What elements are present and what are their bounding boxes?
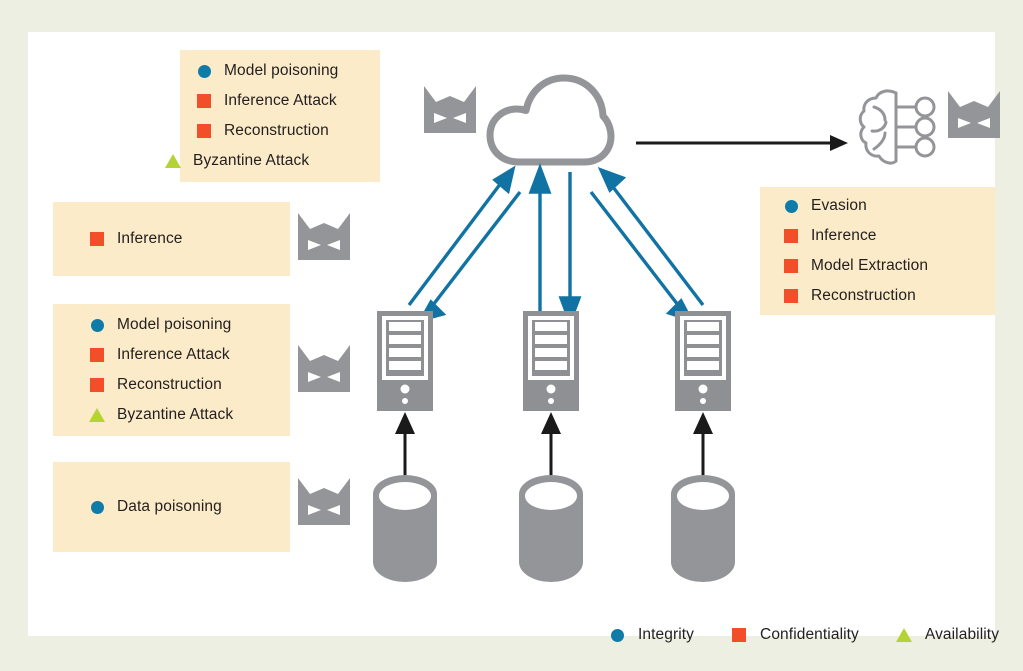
attack-label: Model Extraction: [811, 257, 929, 274]
mask-glyph: [948, 91, 1000, 138]
legend-item-confidentiality: Confidentiality: [728, 626, 859, 644]
triangle-icon: [86, 408, 108, 422]
mask-glyph: [298, 213, 350, 260]
attack-item: Inference Attack: [193, 86, 393, 116]
attack-item: Reconstruction: [780, 281, 1015, 311]
square-icon: [728, 628, 750, 642]
database-glyph: [373, 475, 437, 582]
legend-item-availability: Availability: [893, 626, 999, 644]
attack-item: Data poisoning: [86, 492, 323, 522]
legend-label: Integrity: [638, 626, 695, 643]
attacker-mask-icon-communication: [296, 212, 352, 264]
attack-item: Byzantine Attack: [162, 146, 393, 176]
attack-label: Reconstruction: [117, 376, 222, 393]
database-icon-1: [372, 474, 438, 582]
attack-label: Byzantine Attack: [193, 152, 310, 169]
square-icon: [86, 348, 108, 362]
server-glyph: [675, 311, 731, 411]
attack-label: Inference Attack: [117, 346, 230, 363]
blue-arrows-glyph: [407, 163, 705, 327]
attack-item: Model poisoning: [193, 56, 393, 86]
client-server-icon-3: [674, 310, 732, 412]
square-icon: [86, 378, 108, 392]
brain-glyph: [858, 89, 936, 165]
circle-icon: [606, 628, 628, 642]
database-glyph: [519, 475, 583, 582]
model-deployment-arrow: [636, 132, 848, 154]
circle-icon: [86, 500, 108, 514]
attack-item: Evasion: [780, 191, 1015, 221]
mask-glyph: [298, 345, 350, 392]
cloud-glyph: [486, 74, 615, 166]
data-attack-banner: Data poisoning: [53, 462, 290, 552]
attack-label: Evasion: [811, 197, 867, 214]
attack-label: Data poisoning: [117, 498, 222, 515]
attack-item: Model poisoning: [86, 310, 323, 340]
circle-icon: [780, 199, 802, 213]
attack-item: Model Extraction: [780, 251, 1015, 281]
attack-label: Reconstruction: [224, 122, 329, 139]
square-icon: [780, 229, 802, 243]
circle-icon: [86, 318, 108, 332]
server-glyph: [523, 311, 579, 411]
triangle-icon: [893, 628, 915, 642]
mask-glyph: [424, 86, 476, 133]
attack-label: Reconstruction: [811, 287, 916, 304]
client-server-icon-2: [522, 310, 580, 412]
attack-label: Inference Attack: [224, 92, 337, 109]
neural-network-model-icon: [858, 87, 938, 173]
legend-label: Confidentiality: [760, 626, 859, 643]
attack-label: Byzantine Attack: [117, 406, 234, 423]
attack-item: Byzantine Attack: [86, 400, 323, 430]
attack-item: Reconstruction: [86, 370, 323, 400]
attack-label: Model poisoning: [224, 62, 339, 79]
attacker-mask-icon-client: [296, 344, 352, 396]
server-glyph: [377, 311, 433, 411]
triangle-icon: [162, 154, 184, 168]
attack-item: Inference: [86, 224, 323, 254]
square-icon: [193, 94, 215, 108]
database-icon-2: [518, 474, 584, 582]
circle-icon: [193, 64, 215, 78]
attacker-mask-icon-data: [296, 477, 352, 529]
diagram-canvas: Model poisoning Inference Attack Reconst…: [28, 32, 1000, 643]
square-icon: [86, 232, 108, 246]
legend-item-integrity: Integrity: [606, 626, 694, 644]
client-server-icon-1: [376, 310, 434, 412]
database-icon-3: [670, 474, 736, 582]
square-icon: [193, 124, 215, 138]
legend: Integrity Confidentiality Availability: [606, 626, 999, 644]
attack-item: Inference Attack: [86, 340, 323, 370]
attack-label: Model poisoning: [117, 316, 232, 333]
attacker-mask-icon-cloud: [422, 85, 478, 137]
aggregator-attack-banner: Model poisoning Inference Attack Reconst…: [165, 50, 380, 182]
client-attack-banner: Model poisoning Inference Attack Reconst…: [53, 304, 290, 436]
communication-attack-banner: Inference: [53, 202, 290, 276]
square-icon: [780, 259, 802, 273]
square-icon: [780, 289, 802, 303]
legend-label: Availability: [924, 626, 1000, 643]
attack-item: Reconstruction: [193, 116, 393, 146]
deployed-model-attack-banner: Evasion Inference Model Extraction Recon…: [760, 187, 995, 315]
cloud-aggregator-icon: [483, 70, 615, 168]
attack-label: Inference: [117, 230, 183, 247]
attacker-mask-icon-model: [946, 90, 1002, 142]
attack-item: Inference: [780, 221, 1015, 251]
mask-glyph: [298, 478, 350, 525]
attack-label: Inference: [811, 227, 877, 244]
database-glyph: [671, 475, 735, 582]
arrow-right-glyph: [636, 135, 848, 151]
client-aggregator-exchange-arrows: [373, 162, 733, 327]
